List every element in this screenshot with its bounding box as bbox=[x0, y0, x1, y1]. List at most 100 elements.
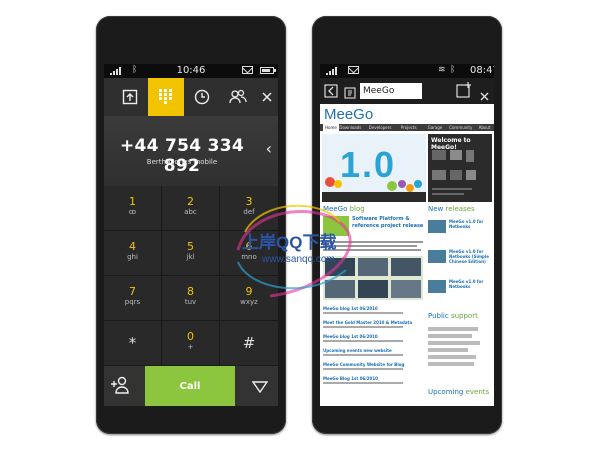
key-letters: ghi bbox=[127, 253, 138, 261]
message-icon bbox=[348, 66, 359, 74]
device-icons-image bbox=[432, 150, 476, 195]
dialpad-key[interactable]: 2 abc bbox=[162, 186, 220, 231]
key-letters: + bbox=[187, 343, 194, 351]
blog-post-subtitle[interactable]: reference project release bbox=[352, 223, 423, 229]
hero-banner[interactable]: 1.0 bbox=[322, 134, 426, 202]
backspace-button[interactable]: ‹ bbox=[266, 139, 272, 158]
key-digit: 7 bbox=[129, 285, 136, 298]
release-thumbnail bbox=[428, 280, 446, 293]
releases-list: MeeGo v1.0 for Netbooks MeeGo v1.0 for Ne… bbox=[428, 218, 492, 308]
dialpad-key[interactable]: 4 ghi bbox=[104, 231, 162, 276]
dialpad-key[interactable]: 7 pqrs bbox=[104, 276, 162, 321]
bookmark-button[interactable] bbox=[344, 84, 356, 103]
bluetooth-icon: ᛒ bbox=[450, 65, 456, 75]
dialpad-key[interactable]: # bbox=[220, 321, 278, 366]
release-title: MeeGo v1.0 for Netbooks bbox=[449, 279, 484, 289]
screenshots-strip[interactable] bbox=[323, 256, 423, 300]
text-line bbox=[323, 241, 423, 243]
dialpad-key[interactable]: 1ꝏ bbox=[104, 186, 162, 231]
dialpad-key[interactable]: 6 mno bbox=[220, 231, 278, 276]
tab-dialpad[interactable] bbox=[148, 78, 184, 116]
post-item[interactable]: MeeGo Community Website for Blog bbox=[323, 362, 423, 370]
url-field[interactable]: MeeGo bbox=[360, 83, 422, 99]
status-bar: ≋ ᛒ 08:47 bbox=[320, 64, 494, 78]
contacts-icon bbox=[229, 89, 247, 104]
post-title: MeeGo Community Website for Blog bbox=[323, 362, 405, 367]
dialpad-key[interactable]: * bbox=[104, 321, 162, 366]
dialpad-key[interactable]: 5 jkl bbox=[162, 231, 220, 276]
message-icon bbox=[242, 66, 253, 74]
dialpad-key[interactable]: 9 wxyz bbox=[220, 276, 278, 321]
dialpad-key[interactable]: 0 + bbox=[162, 321, 220, 366]
bookmark-icon bbox=[344, 87, 356, 99]
watermark-swirl bbox=[236, 204, 352, 298]
key-letters: def bbox=[243, 208, 255, 216]
close-icon bbox=[480, 92, 489, 101]
dialer-screen: ᛒ 10:46 +44 754 334 892 Bertha Jones mob… bbox=[104, 64, 278, 406]
close-icon bbox=[262, 92, 272, 102]
new-window-icon bbox=[456, 82, 471, 98]
dialpad-icon bbox=[159, 89, 172, 104]
add-contact-button[interactable] bbox=[110, 375, 130, 399]
release-thumbnail bbox=[428, 220, 446, 233]
key-digit: 0 bbox=[187, 330, 194, 343]
site-nav: Home Downloads Developers Projects Garage Com… bbox=[320, 124, 494, 131]
phone-browser: ≋ ᛒ 08:47 MeeGo MeeGo HomeDownloads Devel… bbox=[312, 16, 502, 434]
meego-logo[interactable]: MeeGo bbox=[324, 106, 373, 123]
blog-thumbnail bbox=[323, 216, 349, 236]
web-page[interactable]: MeeGo Home Downloads Developers Projects Gar… bbox=[320, 104, 494, 406]
dialpad-key[interactable]: 8 tuv bbox=[162, 276, 220, 321]
close-button[interactable] bbox=[256, 78, 278, 116]
post-item[interactable]: MeeGo blog 1st 06/2010 bbox=[323, 306, 423, 314]
text-line bbox=[323, 368, 403, 370]
key-digit: 5 bbox=[187, 240, 194, 253]
call-button[interactable]: Call bbox=[145, 366, 235, 406]
key-letters: abc bbox=[184, 208, 197, 216]
post-item[interactable]: MeeGo blog 1st 06/2010 bbox=[323, 334, 423, 342]
blog-post-title[interactable]: Software Platform & bbox=[352, 216, 410, 222]
nav-link[interactable]: About bbox=[479, 124, 491, 131]
signal-icon bbox=[326, 67, 340, 75]
post-title: Upcoming events new website bbox=[323, 348, 392, 353]
text-line bbox=[323, 340, 403, 342]
release-item[interactable]: MeeGo v1.0 for Netbooks bbox=[428, 218, 492, 246]
key-letters: ꝏ bbox=[128, 208, 137, 216]
older-posts-list: MeeGo blog 1st 06/2010 Meet the Gold Mast… bbox=[323, 306, 423, 390]
dialpad-key[interactable]: 3 def bbox=[220, 186, 278, 231]
back-button[interactable] bbox=[324, 83, 338, 102]
new-tab-button[interactable] bbox=[456, 82, 472, 102]
post-item[interactable]: Meet the Gold Master 2010 & Metadata bbox=[323, 320, 423, 328]
support-heading: Public support bbox=[428, 312, 478, 320]
post-item[interactable]: Upcoming events new website bbox=[323, 348, 423, 356]
add-contact-icon bbox=[111, 376, 129, 394]
release-item[interactable]: MeeGo v1.0 for Netbooks bbox=[428, 278, 492, 306]
hide-keypad-button[interactable] bbox=[251, 378, 269, 397]
screenshots-image bbox=[325, 258, 421, 298]
tab-history[interactable] bbox=[184, 78, 220, 116]
support-links bbox=[428, 324, 492, 369]
browser-screen: ≋ ᛒ 08:47 MeeGo MeeGo HomeDownloads Devel… bbox=[320, 64, 494, 406]
number-display: +44 754 334 892 Bertha Jones mobile ‹ bbox=[104, 116, 278, 186]
nav-link[interactable]: Projects bbox=[401, 124, 417, 131]
status-time: 08:47 bbox=[470, 65, 494, 76]
key-digit: * bbox=[128, 334, 137, 352]
post-item[interactable]: MeeGo Blog 1st 06/2010 bbox=[323, 376, 423, 384]
nav-link[interactable]: Home bbox=[323, 124, 339, 131]
text-line bbox=[323, 382, 403, 384]
nav-link[interactable]: Community bbox=[449, 124, 472, 131]
key-letters: jkl bbox=[186, 253, 195, 261]
events-heading: Upcoming events bbox=[428, 388, 490, 396]
tab-contacts[interactable] bbox=[220, 78, 256, 116]
post-title: MeeGo Blog 1st 06/2010 bbox=[323, 376, 378, 381]
export-button[interactable] bbox=[112, 78, 148, 116]
wifi-icon: ≋ bbox=[438, 65, 446, 75]
releases-heading: New releases bbox=[428, 205, 475, 213]
release-item[interactable]: MeeGo v1.0 for Netbooks (Simple Chinese … bbox=[428, 248, 492, 276]
key-letters: mno bbox=[241, 253, 257, 261]
nav-link[interactable]: Downloads bbox=[339, 124, 361, 131]
nav-link[interactable]: Developers bbox=[369, 124, 392, 131]
close-button[interactable] bbox=[480, 86, 489, 105]
phone-dialer: ᛒ 10:46 +44 754 334 892 Bertha Jones mob… bbox=[96, 16, 286, 434]
key-letters: pqrs bbox=[124, 298, 141, 306]
nav-link[interactable]: Garage bbox=[428, 124, 443, 131]
